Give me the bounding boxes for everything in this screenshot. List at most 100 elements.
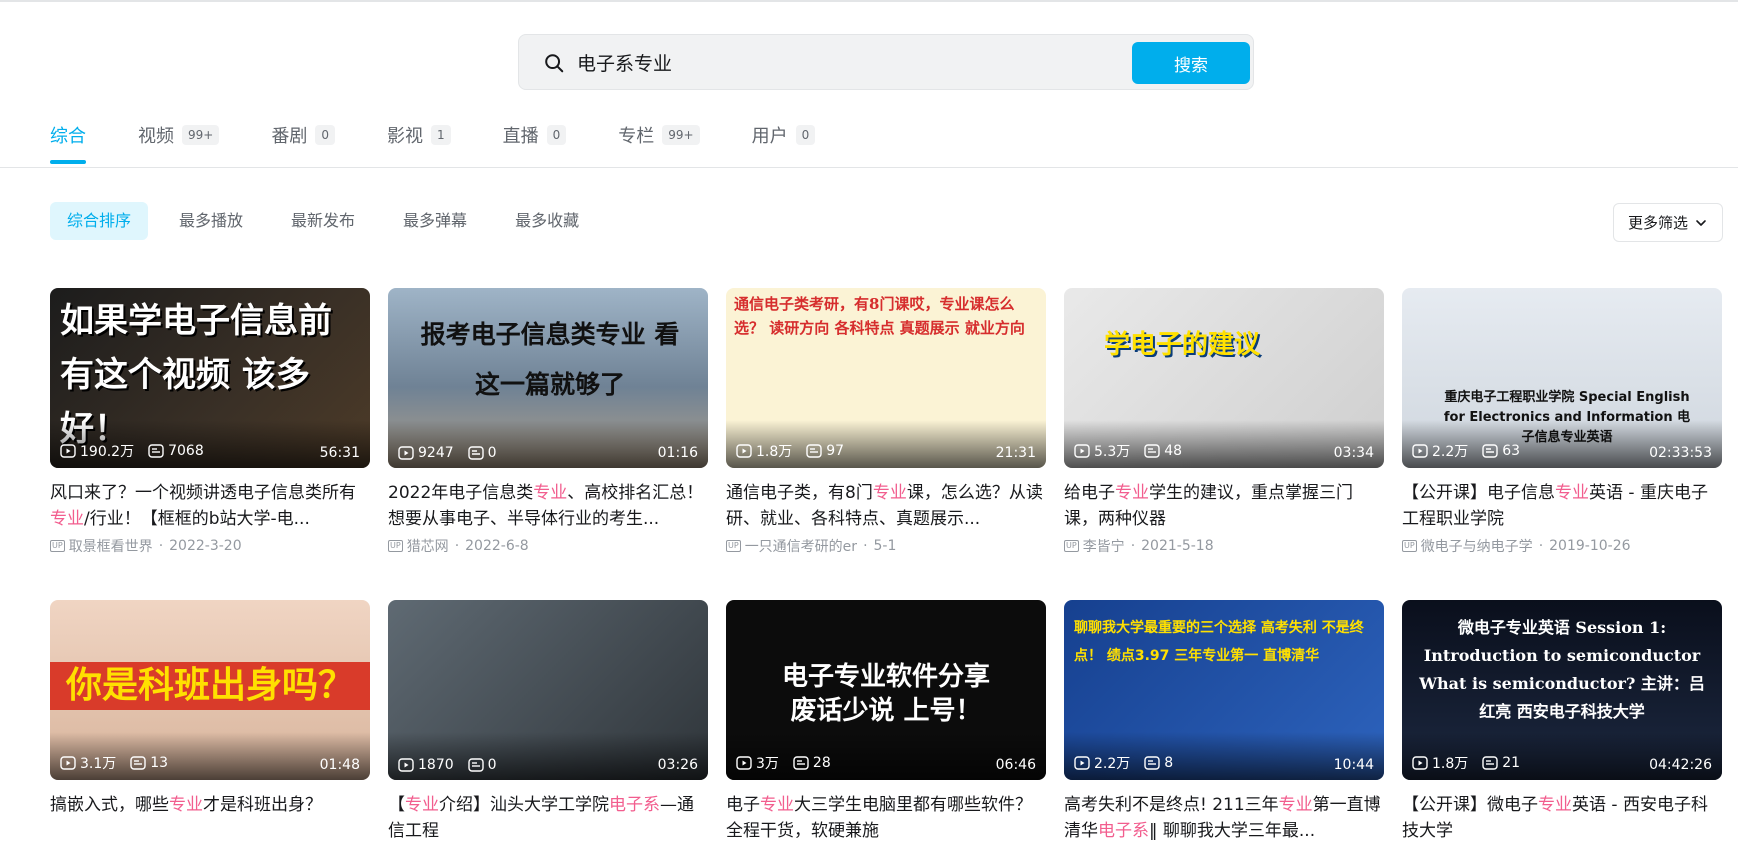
play-count-icon	[736, 444, 752, 458]
video-thumbnail[interactable]: 聊聊我大学最重要的三个选择 高考失利 不是终点！ 绩点3.97 三年专业第一 直…	[1064, 600, 1384, 780]
video-title[interactable]: 通信电子类，有8门专业课，怎么选？从读研、就业、各科特点、真题展示...	[726, 480, 1046, 532]
video-card[interactable]: 你是科班出身吗？ 3.1万 13 01:48 搞嵌入式，哪些专业才是科班出身？	[50, 600, 370, 842]
title-text: 【公开课】微电子	[1402, 795, 1538, 815]
up-badge: UP	[50, 540, 65, 552]
danmaku-count: 8	[1164, 755, 1174, 771]
video-author[interactable]: 猎芯网	[407, 536, 449, 556]
video-thumbnail[interactable]: 你是科班出身吗？ 3.1万 13 01:48	[50, 600, 370, 780]
video-stats: 5.3万 48	[1074, 441, 1182, 461]
play-count-icon	[398, 758, 414, 772]
video-thumbnail[interactable]: 重庆电子工程职业学院 Special English for Electroni…	[1402, 288, 1722, 468]
video-card[interactable]: 微电子专业英语 Session 1: Introduction to semic…	[1402, 600, 1722, 842]
video-stats: 2.2万 8	[1074, 753, 1173, 773]
danmaku-icon	[806, 444, 822, 458]
tab-bangumi[interactable]: 番剧 0	[271, 118, 335, 152]
video-author[interactable]: 微电子与纳电子学	[1421, 536, 1533, 556]
keyword-highlight: 专业	[533, 483, 568, 503]
search-input[interactable]	[577, 45, 1117, 79]
result-type-tabs: 综合 视频 99+ 番剧 0 影视 1 直播 0 专栏 99+ 用户 0	[50, 118, 867, 166]
video-title[interactable]: 搞嵌入式，哪些专业才是科班出身？	[50, 792, 370, 842]
danmaku-icon	[130, 756, 146, 770]
video-thumbnail[interactable]: 学电子的建议 5.3万 48 03:34	[1064, 288, 1384, 468]
search-button[interactable]: 搜索	[1132, 42, 1250, 84]
keyword-highlight: 专业	[872, 483, 907, 503]
video-card[interactable]: 聊聊我大学最重要的三个选择 高考失利 不是终点！ 绩点3.97 三年专业第一 直…	[1064, 600, 1384, 842]
video-thumbnail[interactable]: 如果学电子信息前 有这个视频 该多好！ 190.2万 7068 56:31	[50, 288, 370, 468]
video-author[interactable]: 李皆宁	[1083, 536, 1125, 556]
sort-most-played-button[interactable]: 最多播放	[162, 202, 260, 240]
video-author[interactable]: 一只通信考研的er	[745, 536, 857, 556]
tab-user[interactable]: 用户 0	[752, 118, 816, 152]
play-count-icon	[1074, 756, 1090, 770]
tab-live[interactable]: 直播 0	[503, 118, 567, 152]
up-badge: UP	[388, 540, 403, 552]
video-thumbnail[interactable]: 报考电子信息类专业 看这一篇就够了 9247 0 01:16	[388, 288, 708, 468]
video-title[interactable]: 给电子专业学生的建议，重点掌握三门课，两种仪器	[1064, 480, 1384, 532]
play-count: 1.8万	[1432, 756, 1469, 772]
tab-all[interactable]: 综合	[50, 118, 86, 164]
title-text: 搞嵌入式，哪些	[50, 795, 169, 815]
keyword-highlight: 专业	[1278, 795, 1313, 815]
keyword-highlight: 专业	[1555, 483, 1589, 503]
title-text: ‖ 聊聊我大学三年最...	[1149, 821, 1316, 841]
video-date: 2021-5-18	[1141, 538, 1214, 554]
video-thumbnail[interactable]: 电子专业软件分享 废话少说 上号！ 3万 28 06:46	[726, 600, 1046, 780]
video-card[interactable]: 电子专业软件分享 废话少说 上号！ 3万 28 06:46 电子专业大三学生电脑…	[726, 600, 1046, 842]
keyword-highlight: 电子系	[609, 795, 660, 815]
danmaku-icon	[148, 444, 164, 458]
tab-video[interactable]: 视频 99+	[138, 118, 220, 152]
video-title[interactable]: 【公开课】电子信息专业英语 - 重庆电子工程职业学院	[1402, 480, 1722, 532]
video-card[interactable]: 如果学电子信息前 有这个视频 该多好！ 190.2万 7068 56:31 风口…	[50, 288, 370, 563]
active-tab-indicator	[50, 160, 86, 164]
tab-label: 视频	[138, 126, 174, 147]
video-stats: 1870 0	[398, 757, 497, 773]
video-author[interactable]: 取景框看世界	[69, 536, 153, 556]
meta-separator: ·	[158, 538, 164, 554]
play-count: 5.3万	[1094, 444, 1131, 460]
title-text: 给电子	[1064, 483, 1115, 503]
thumbnail-image: 你是科班出身吗？	[50, 662, 370, 710]
danmaku-count: 0	[487, 445, 497, 461]
video-date: 2022-6-8	[465, 538, 529, 554]
sort-most-danmaku-button[interactable]: 最多弹幕	[386, 202, 484, 240]
video-title[interactable]: 电子专业大三学生电脑里都有哪些软件？ 全程干货，软硬兼施	[726, 792, 1046, 842]
play-count-icon	[60, 756, 76, 770]
tab-movie[interactable]: 影视 1	[387, 118, 451, 152]
play-count-icon	[398, 446, 414, 460]
video-card[interactable]: 报考电子信息类专业 看这一篇就够了 9247 0 01:16 2022年电子信息…	[388, 288, 708, 563]
sort-newest-button[interactable]: 最新发布	[274, 202, 372, 240]
play-count-icon	[60, 444, 76, 458]
tab-article[interactable]: 专栏 99+	[618, 118, 700, 152]
video-thumbnail[interactable]: 微电子专业英语 Session 1: Introduction to semic…	[1402, 600, 1722, 780]
video-card[interactable]: 学电子的建议 5.3万 48 03:34 给电子专业学生的建议，重点掌握三门课，…	[1064, 288, 1384, 563]
video-stats: 1.8万 21	[1412, 753, 1520, 773]
video-card[interactable]: 重庆电子工程职业学院 Special English for Electroni…	[1402, 288, 1722, 563]
video-thumbnail[interactable]: 1870 0 03:26	[388, 600, 708, 780]
danmaku-icon	[1482, 444, 1498, 458]
video-duration: 04:42:26	[1649, 757, 1712, 773]
more-filter-button[interactable]: 更多筛选	[1613, 203, 1723, 242]
danmaku-icon	[467, 446, 484, 460]
video-duration: 01:16	[657, 445, 698, 461]
video-card[interactable]: 1870 0 03:26 【专业介绍】汕头大学工学院电子系—通信工程 ·	[388, 600, 708, 842]
danmaku-count: 0	[487, 757, 497, 773]
sort-default-button[interactable]: 综合排序	[50, 202, 149, 240]
search-icon	[545, 54, 564, 73]
video-title[interactable]: 2022年电子信息类专业、高校排名汇总！想要从事电子、半导体行业的考生...	[388, 480, 708, 532]
tab-label: 直播	[502, 126, 539, 147]
video-title[interactable]: 【公开课】微电子专业英语 - 西安电子科技大学	[1402, 792, 1722, 842]
video-duration: 06:46	[995, 757, 1036, 773]
video-date: 5-1	[873, 538, 897, 554]
video-title[interactable]: 【专业介绍】汕头大学工学院电子系—通信工程	[388, 792, 708, 842]
video-title[interactable]: 风口来了？一个视频讲透电子信息类所有专业/行业！【框框的b站大学-电...	[50, 480, 370, 532]
video-title[interactable]: 高考失利不是终点! 211三年专业第一直博清华电子系‖ 聊聊我大学三年最...	[1064, 792, 1384, 842]
sort-most-favorited-button[interactable]: 最多收藏	[498, 202, 596, 240]
video-card[interactable]: 通信电子类考研，有8门课哎，专业课怎么选？ 读研方向 各科特点 真题展示 就业方…	[726, 288, 1046, 563]
play-count-icon	[1412, 444, 1428, 458]
video-duration: 02:33:53	[1649, 445, 1712, 461]
keyword-highlight: 专业	[1115, 483, 1149, 503]
play-count: 9247	[418, 445, 454, 461]
video-meta: UP 取景框看世界 · 2022-3-20	[50, 536, 370, 556]
title-text: 风口来了？一个视频讲透电子信息类所有	[50, 483, 356, 503]
video-thumbnail[interactable]: 通信电子类考研，有8门课哎，专业课怎么选？ 读研方向 各科特点 真题展示 就业方…	[726, 288, 1046, 468]
